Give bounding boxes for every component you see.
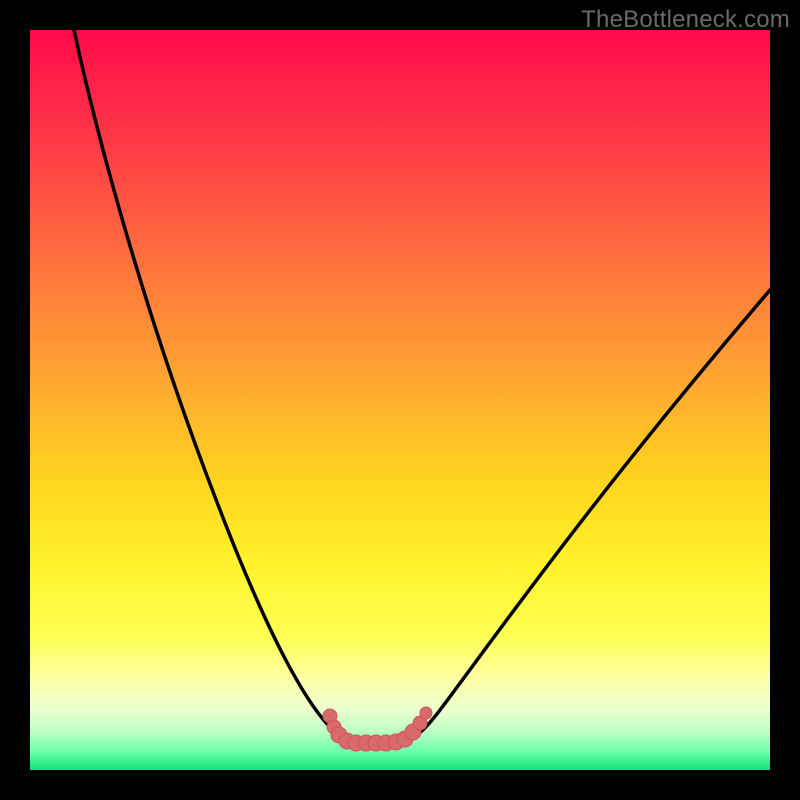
plot-area	[30, 30, 770, 770]
outer-frame: TheBottleneck.com	[0, 0, 800, 800]
valley-marker-group	[323, 707, 432, 751]
watermark-text: TheBottleneck.com	[581, 6, 790, 34]
right-curve	[400, 290, 770, 742]
curve-layer	[30, 30, 770, 770]
left-curve	[74, 30, 352, 742]
marker-dot	[420, 707, 432, 719]
